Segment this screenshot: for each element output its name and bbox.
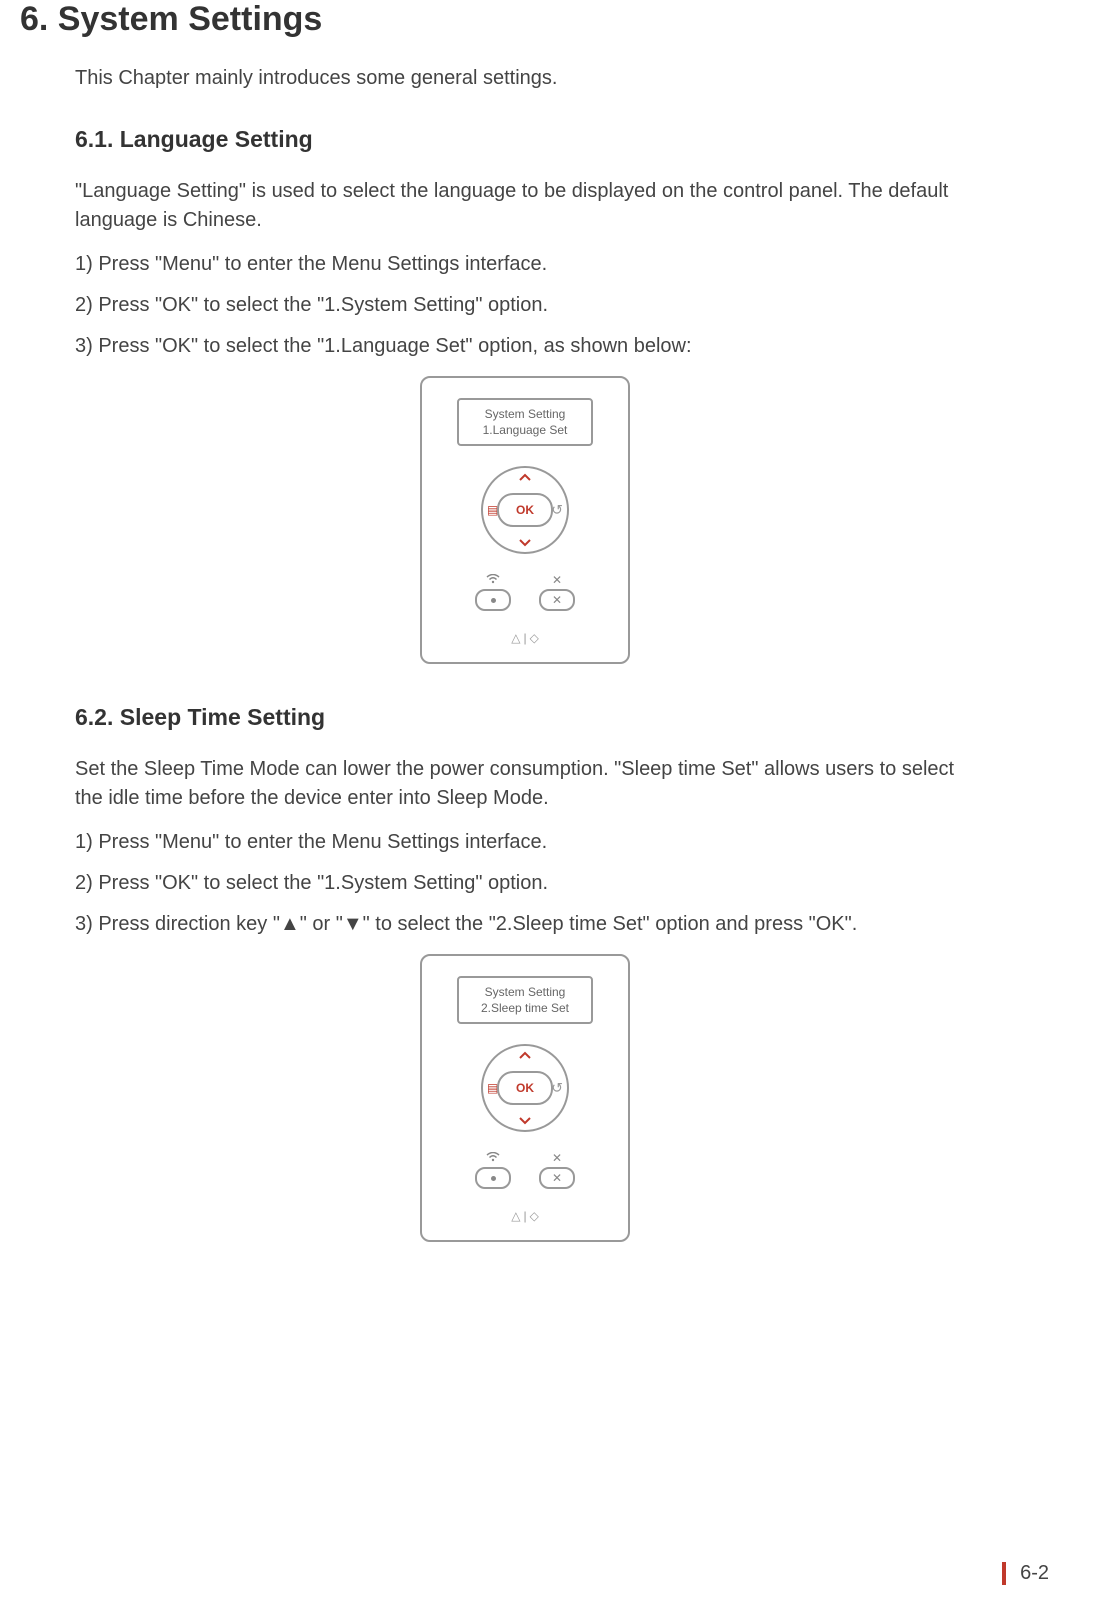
dpad: ▤ ↺ OK: [481, 466, 569, 554]
cancel-icon: ✕: [552, 1172, 562, 1184]
section-6-1-step-2: 2) Press "OK" to select the "1.System Se…: [75, 294, 975, 317]
section-6-2-heading: 6.2. Sleep Time Setting: [75, 704, 975, 731]
ok-button: OK: [497, 493, 553, 527]
warning-icon: △: [511, 1209, 520, 1223]
wifi-button: [475, 1152, 511, 1189]
lcd-line-1: System Setting: [465, 406, 585, 422]
ok-label: OK: [516, 503, 534, 517]
chapter-title: 6. System Settings: [20, 0, 1037, 39]
section-6-1-step-1: 1) Press "Menu" to enter the Menu Settin…: [75, 253, 975, 276]
section-6-2-step-2: 2) Press "OK" to select the "1.System Se…: [75, 872, 975, 895]
wifi-button: [475, 574, 511, 611]
section-6-1-para: "Language Setting" is used to select the…: [75, 177, 975, 235]
section-6-2-para: Set the Sleep Time Mode can lower the po…: [75, 755, 975, 813]
lcd-screen: System Setting 2.Sleep time Set: [457, 976, 593, 1024]
wifi-icon: [486, 574, 500, 586]
up-arrow-icon: [519, 1050, 531, 1062]
paper-icon: ◇: [530, 1209, 539, 1223]
indicator-icons: △ | ◇: [511, 631, 539, 645]
paper-icon: ◇: [530, 631, 539, 645]
toner-icon: |: [523, 631, 526, 645]
lcd-line-2: 2.Sleep time Set: [465, 1000, 585, 1016]
cancel-button: ✕ ✕: [539, 1152, 575, 1189]
back-icon: ↺: [551, 502, 563, 519]
cancel-small-icon: ✕: [552, 1152, 562, 1164]
up-arrow-icon: [519, 472, 531, 484]
cancel-icon: ✕: [552, 594, 562, 606]
back-icon: ↺: [551, 1080, 563, 1097]
ok-label: OK: [516, 1081, 534, 1095]
toner-icon: |: [523, 1209, 526, 1223]
control-panel-illustration-2: System Setting 2.Sleep time Set ▤ ↺ OK: [420, 954, 630, 1242]
indicator-icons: △ | ◇: [511, 1209, 539, 1223]
lcd-line-1: System Setting: [465, 984, 585, 1000]
wifi-icon: [486, 1152, 500, 1164]
section-6-1-step-3: 3) Press "OK" to select the "1.Language …: [75, 335, 975, 358]
section-6-2-step-3: 3) Press direction key "▲" or "▼" to sel…: [75, 913, 975, 936]
down-arrow-icon: [519, 536, 531, 548]
chapter-intro: This Chapter mainly introduces some gene…: [75, 67, 975, 90]
cancel-small-icon: ✕: [552, 574, 562, 586]
lcd-line-2: 1.Language Set: [465, 422, 585, 438]
control-panel-illustration-1: System Setting 1.Language Set ▤ ↺ OK: [420, 376, 630, 664]
section-6-1-heading: 6.1. Language Setting: [75, 126, 975, 153]
page-number: 6-2: [1002, 1562, 1049, 1585]
warning-icon: △: [511, 631, 520, 645]
section-6-2-step-1: 1) Press "Menu" to enter the Menu Settin…: [75, 831, 975, 854]
dpad: ▤ ↺ OK: [481, 1044, 569, 1132]
cancel-button: ✕ ✕: [539, 574, 575, 611]
down-arrow-icon: [519, 1114, 531, 1126]
lcd-screen: System Setting 1.Language Set: [457, 398, 593, 446]
ok-button: OK: [497, 1071, 553, 1105]
